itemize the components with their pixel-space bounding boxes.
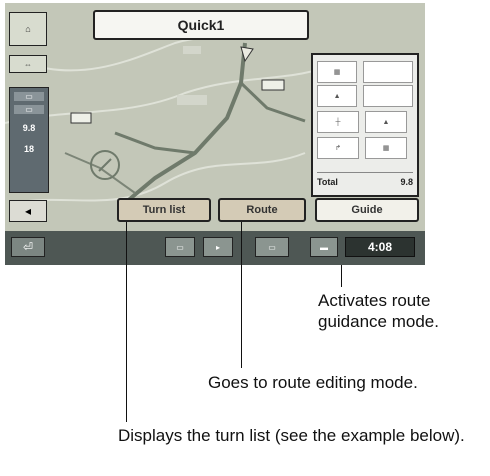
map-orientation-icon[interactable]: ⌂ (9, 12, 47, 46)
road-ahead-icon: ▲ (317, 85, 358, 107)
return-icon[interactable]: ⏎ (11, 237, 45, 257)
list-cell-empty (363, 85, 413, 107)
total-row: Total 9.8 (317, 172, 413, 191)
panel-header-icon: ▭ (14, 92, 44, 101)
navigation-screen: Quick1 ⌂ ⇔ ▭ ▭ 9.8 18 ◂ ▦ ▲ ┼ ▲ ↱ ▦ Tota… (5, 3, 425, 265)
total-label: Total (317, 177, 338, 187)
panel-mode-icon: ▭ (14, 105, 44, 114)
guide-button[interactable]: Guide (315, 198, 419, 222)
road-sign-icon: ▦ (365, 137, 407, 159)
bar-button-2[interactable]: ▸ (203, 237, 233, 257)
list-item[interactable]: ↱ ▦ (317, 137, 413, 159)
list-item[interactable]: ┼ ▲ (317, 111, 413, 133)
turn-list-callout: Displays the turn list (see the example … (118, 426, 465, 445)
guide-leader-line (341, 265, 342, 287)
list-item[interactable]: ▲ (317, 85, 413, 107)
route-list-panel: ▦ ▲ ┼ ▲ ↱ ▦ Total 9.8 (311, 53, 419, 197)
time-readout: 18 (23, 144, 34, 154)
junction-icon: ┼ (317, 111, 359, 133)
bar-button-1[interactable]: ▭ (165, 237, 195, 257)
bottom-bar: ⏎ ▭ ▸ ▭ ▬ 4:08 (5, 231, 425, 265)
road-ahead-icon: ▲ (365, 111, 407, 133)
turn-list-leader-line (126, 222, 127, 422)
route-callout: Goes to route editing mode. (208, 373, 418, 392)
list-item[interactable]: ▦ (317, 61, 413, 83)
turn-list-button[interactable]: Turn list (117, 198, 211, 222)
route-button[interactable]: Route (218, 198, 306, 222)
bar-button-4[interactable]: ▬ (310, 237, 338, 257)
list-cell-empty (363, 61, 413, 83)
clock: 4:08 (345, 237, 415, 257)
back-arrow-button[interactable]: ◂ (9, 200, 47, 222)
route-leader-line (241, 222, 242, 368)
turn-icon: ↱ (317, 137, 359, 159)
guide-callout: Activates route guidance mode. (318, 291, 439, 331)
bar-button-3[interactable]: ▭ (255, 237, 289, 257)
route-info-panel: ▭ ▭ 9.8 18 (9, 87, 49, 193)
road-sign-icon: ▦ (317, 61, 358, 83)
total-value: 9.8 (400, 177, 413, 187)
route-title: Quick1 (93, 10, 309, 40)
distance-readout: 9.8 (22, 123, 36, 133)
map-scale-icon[interactable]: ⇔ (9, 55, 47, 73)
